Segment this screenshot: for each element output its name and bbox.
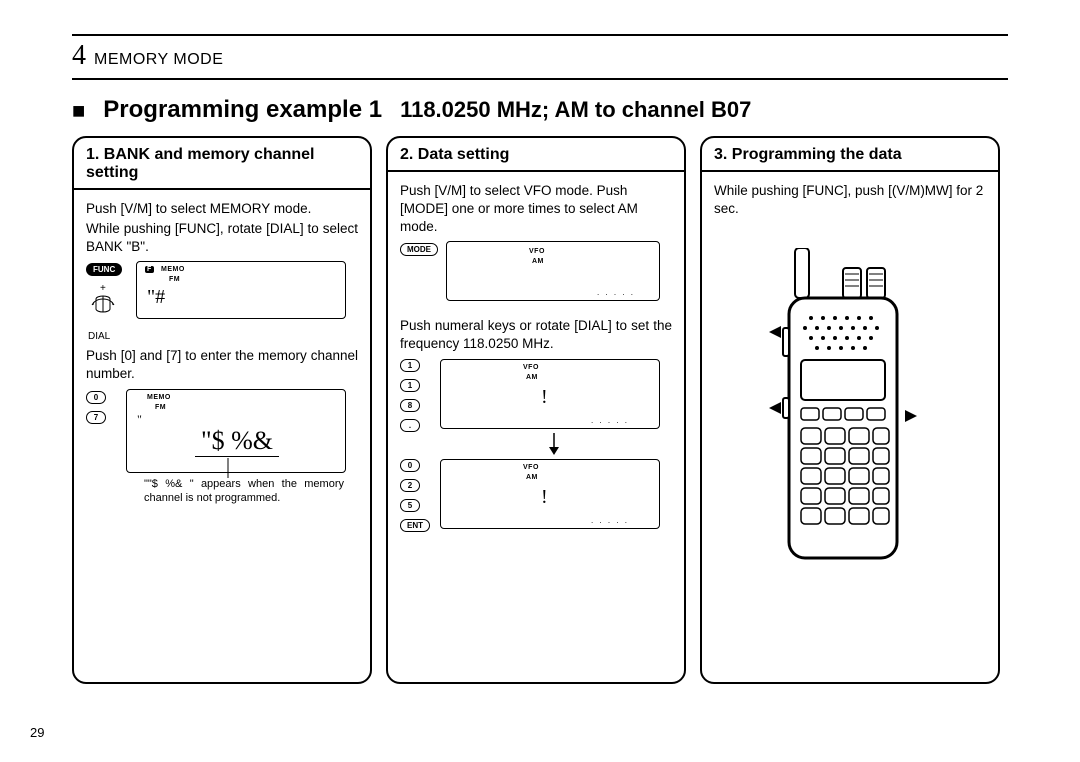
radio-icon [765,248,935,568]
lcd1-f-icon: F [145,266,154,273]
card2-p1: Push [V/M] to select VFO mode. Push [MOD… [400,182,672,237]
chapter-title: MEMORY MODE [94,51,223,69]
card3-rule [702,170,998,172]
lcd1-value: "# [147,286,165,309]
key-7: 7 [86,411,106,424]
page-heading: Programming example 1 [103,96,382,124]
chapter-number: 4 [72,40,86,72]
lcd-c2-2-dots: . . . . . [591,416,629,425]
card1-p2: While pushing [FUNC], rotate [DIAL] to s… [86,220,358,256]
lcd-c2-2-vfo: VFO [523,364,539,371]
lcd-c2-2: VFO AM ! . . . . . [440,359,660,429]
card3-p1: While pushing [FUNC], push [(V/M)MW] for… [714,182,986,218]
lcd-c2-1: VFO AM . . . . . [446,241,660,301]
lcd1: F MEMO FM "# [136,261,346,319]
lcd-c2-1-dots: . . . . . [597,288,635,297]
lcd-c2-2-val: ! [541,386,548,409]
lcd1-memo: MEMO [161,266,185,273]
card1-title: 1. BANK and memory channel setting [86,146,358,182]
top-rule [72,34,1008,36]
card2-diagram1: MODE VFO AM . . . . . [400,241,672,313]
key-2: 2 [400,479,420,492]
callout-line [227,458,229,478]
radio-figure [714,248,986,568]
lcd-c2-2-am: AM [526,374,538,381]
card1-note: ""$ %& " appears when the memory channel… [144,477,344,506]
lcd2: MEMO FM " "$ %& [126,389,346,473]
heading-row: ■ Programming example 1 118.0250 MHz; AM… [72,96,1008,124]
lcd1-fm: FM [169,276,180,283]
lcd-c2-3-dots: . . . . . [591,516,629,525]
dial-label: DIAL [88,331,110,342]
square-bullet-icon: ■ [72,98,85,124]
lcd-c2-3-vfo: VFO [523,464,539,471]
key-1b: 1 [400,379,420,392]
page-subheading: 118.0250 MHz; AM to channel B07 [400,97,751,123]
card1-p3: Push [0] and [7] to enter the memory cha… [86,347,358,383]
card2-rule [388,170,684,172]
page: 4 MEMORY MODE ■ Programming example 1 11… [0,0,1080,762]
card1-p1: Push [V/M] to select MEMORY mode. [86,200,358,218]
arrow-down-icon [548,433,560,455]
card1-rule [74,188,370,190]
page-number: 29 [30,725,44,740]
card2-title: 2. Data setting [400,146,672,164]
lcd-c2-1-am: AM [532,258,544,265]
card3-title: 3. Programming the data [714,146,986,164]
key-1a: 1 [400,359,420,372]
mode-key: MODE [400,243,438,256]
chapter-header: 4 MEMORY MODE [72,40,1008,72]
card-data-setting: 2. Data setting Push [V/M] to select VFO… [386,136,686,684]
key-5: 5 [400,499,420,512]
lcd2-memo: MEMO [147,394,171,401]
lcd2-fm: FM [155,404,166,411]
separator [72,78,1008,80]
card1-diagram1: FUNC + DIAL F MEMO FM "# [86,261,358,347]
lcd2-smallval: " [137,412,142,427]
key-0b: 0 [400,459,420,472]
columns: 1. BANK and memory channel setting Push … [72,136,1008,684]
card-programming-data: 3. Programming the data While pushing [F… [700,136,1000,684]
lcd-c2-3-val: ! [541,486,548,509]
lcd-c2-1-vfo: VFO [529,248,545,255]
lcd-c2-3-am: AM [526,474,538,481]
lcd-c2-3: VFO AM ! . . . . . [440,459,660,529]
card-bank-memory: 1. BANK and memory channel setting Push … [72,136,372,684]
func-key: FUNC [86,263,122,276]
card2-p2: Push numeral keys or rotate [DIAL] to se… [400,317,672,353]
key-ent: ENT [400,519,430,532]
key-8: 8 [400,399,420,412]
card1-diagram2: 0 7 MEMO FM " "$ %& ""$ %& " appears whe… [86,389,358,509]
card2-diagram2: 1 1 8 . 0 2 5 ENT VFO AM ! . . . . . [400,359,672,555]
dial-icon [90,293,116,329]
key-dot: . [400,419,420,432]
key-0: 0 [86,391,106,404]
lcd2-bigval: "$ %& [195,426,279,457]
